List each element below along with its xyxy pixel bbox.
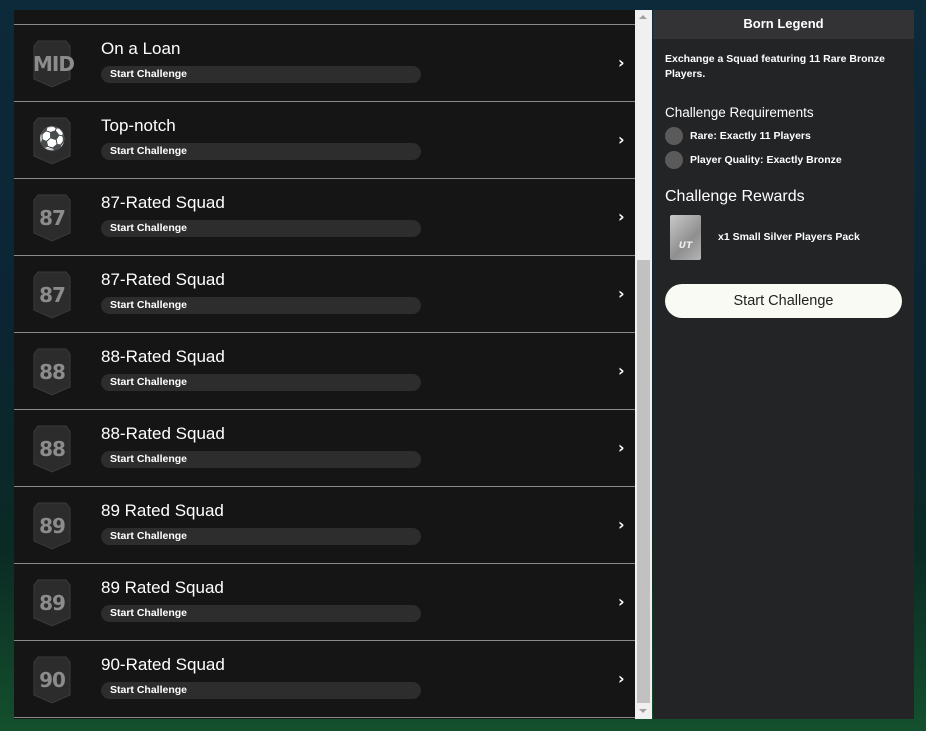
player-kick-icon: ⚽ xyxy=(33,117,71,165)
requirement-status-icon xyxy=(665,151,683,169)
start-challenge-pill[interactable]: Start Challenge xyxy=(101,143,421,160)
badge-label: 89 xyxy=(39,514,66,538)
badge-label: 88 xyxy=(39,437,66,461)
scrollbar-thumb[interactable] xyxy=(637,260,650,703)
start-challenge-pill[interactable]: Start Challenge xyxy=(101,297,421,314)
challenge-title: 87-Rated Squad xyxy=(101,193,225,212)
rating-badge-icon: 89 xyxy=(33,502,71,550)
start-challenge-pill[interactable]: Start Challenge xyxy=(101,605,421,622)
challenge-title: On a Loan xyxy=(101,39,181,58)
chevron-right-icon[interactable]: › xyxy=(618,53,625,72)
panel-title: Born Legend xyxy=(653,10,914,39)
rating-badge-icon: 90 xyxy=(33,656,71,704)
challenge-row[interactable]: 88 88-Rated Squad Start Challenge › xyxy=(14,410,635,487)
badge-label: 87 xyxy=(39,283,66,307)
start-challenge-pill[interactable]: Start Challenge xyxy=(101,220,421,237)
challenge-title: 90-Rated Squad xyxy=(101,655,225,674)
start-challenge-pill[interactable]: Start Challenge xyxy=(101,528,421,545)
rewards-heading: Challenge Rewards xyxy=(665,188,805,205)
reward-label: x1 Small Silver Players Pack xyxy=(718,231,860,243)
list-row-partial xyxy=(14,10,635,25)
badge-label: 90 xyxy=(39,668,66,692)
challenge-row[interactable]: MID On a Loan Start Challenge › xyxy=(14,25,635,102)
scroll-up-arrow-icon[interactable] xyxy=(639,15,647,19)
requirement-item: Rare: Exactly 11 Players xyxy=(665,127,811,145)
challenge-row[interactable]: ⚽ Top-notch Start Challenge › xyxy=(14,102,635,179)
silver-pack-icon: UT xyxy=(670,215,701,260)
start-challenge-pill[interactable]: Start Challenge xyxy=(101,66,421,83)
challenge-row[interactable]: 87 87-Rated Squad Start Challenge › xyxy=(14,256,635,333)
challenge-title: 88-Rated Squad xyxy=(101,347,225,366)
rating-badge-icon: 87 xyxy=(33,194,71,242)
chevron-right-icon[interactable]: › xyxy=(618,669,625,688)
challenge-title: 88-Rated Squad xyxy=(101,424,225,443)
rating-badge-icon: 88 xyxy=(33,425,71,473)
badge-label: 88 xyxy=(39,360,66,384)
challenge-detail-panel: Born Legend Exchange a Squad featuring 1… xyxy=(653,10,914,719)
challenge-title: 89 Rated Squad xyxy=(101,578,224,597)
chevron-right-icon[interactable]: › xyxy=(618,207,625,226)
chevron-right-icon[interactable]: › xyxy=(618,284,625,303)
player-mid-icon: MID xyxy=(33,40,75,88)
badge-label: 87 xyxy=(39,206,66,230)
challenge-description: Exchange a Squad featuring 11 Rare Bronz… xyxy=(665,53,885,80)
challenge-title: 87-Rated Squad xyxy=(101,270,225,289)
chevron-right-icon[interactable]: › xyxy=(618,438,625,457)
start-challenge-pill[interactable]: Start Challenge xyxy=(101,374,421,391)
requirement-label: Rare: Exactly 11 Players xyxy=(690,130,811,142)
badge-label: MID xyxy=(33,52,75,76)
challenge-title: 89 Rated Squad xyxy=(101,501,224,520)
start-challenge-pill[interactable]: Start Challenge xyxy=(101,451,421,468)
challenge-row[interactable]: 89 89 Rated Squad Start Challenge › xyxy=(14,564,635,641)
chevron-right-icon[interactable]: › xyxy=(618,592,625,611)
scrollbar[interactable] xyxy=(635,10,652,719)
requirement-label: Player Quality: Exactly Bronze xyxy=(690,154,842,166)
challenge-row[interactable]: 89 89 Rated Squad Start Challenge › xyxy=(14,487,635,564)
challenge-title: Top-notch xyxy=(101,116,176,135)
challenge-row[interactable]: 87 87-Rated Squad Start Challenge › xyxy=(14,179,635,256)
challenge-row[interactable]: 88 88-Rated Squad Start Challenge › xyxy=(14,333,635,410)
chevron-right-icon[interactable]: › xyxy=(618,361,625,380)
rating-badge-icon: 89 xyxy=(33,579,71,627)
badge-label: 89 xyxy=(39,591,66,615)
chevron-right-icon[interactable]: › xyxy=(618,130,625,149)
scroll-down-arrow-icon[interactable] xyxy=(639,709,647,713)
rating-badge-icon: 87 xyxy=(33,271,71,319)
start-challenge-pill[interactable]: Start Challenge xyxy=(101,682,421,699)
rating-badge-icon: 88 xyxy=(33,348,71,396)
challenge-list: MID On a Loan Start Challenge › ⚽ Top-not… xyxy=(14,10,635,719)
start-challenge-button[interactable]: Start Challenge xyxy=(665,284,902,318)
requirements-heading: Challenge Requirements xyxy=(665,105,814,120)
requirement-status-icon xyxy=(665,127,683,145)
requirement-item: Player Quality: Exactly Bronze xyxy=(665,151,842,169)
challenge-row[interactable]: 90 90-Rated Squad Start Challenge › xyxy=(14,641,635,718)
chevron-right-icon[interactable]: › xyxy=(618,515,625,534)
